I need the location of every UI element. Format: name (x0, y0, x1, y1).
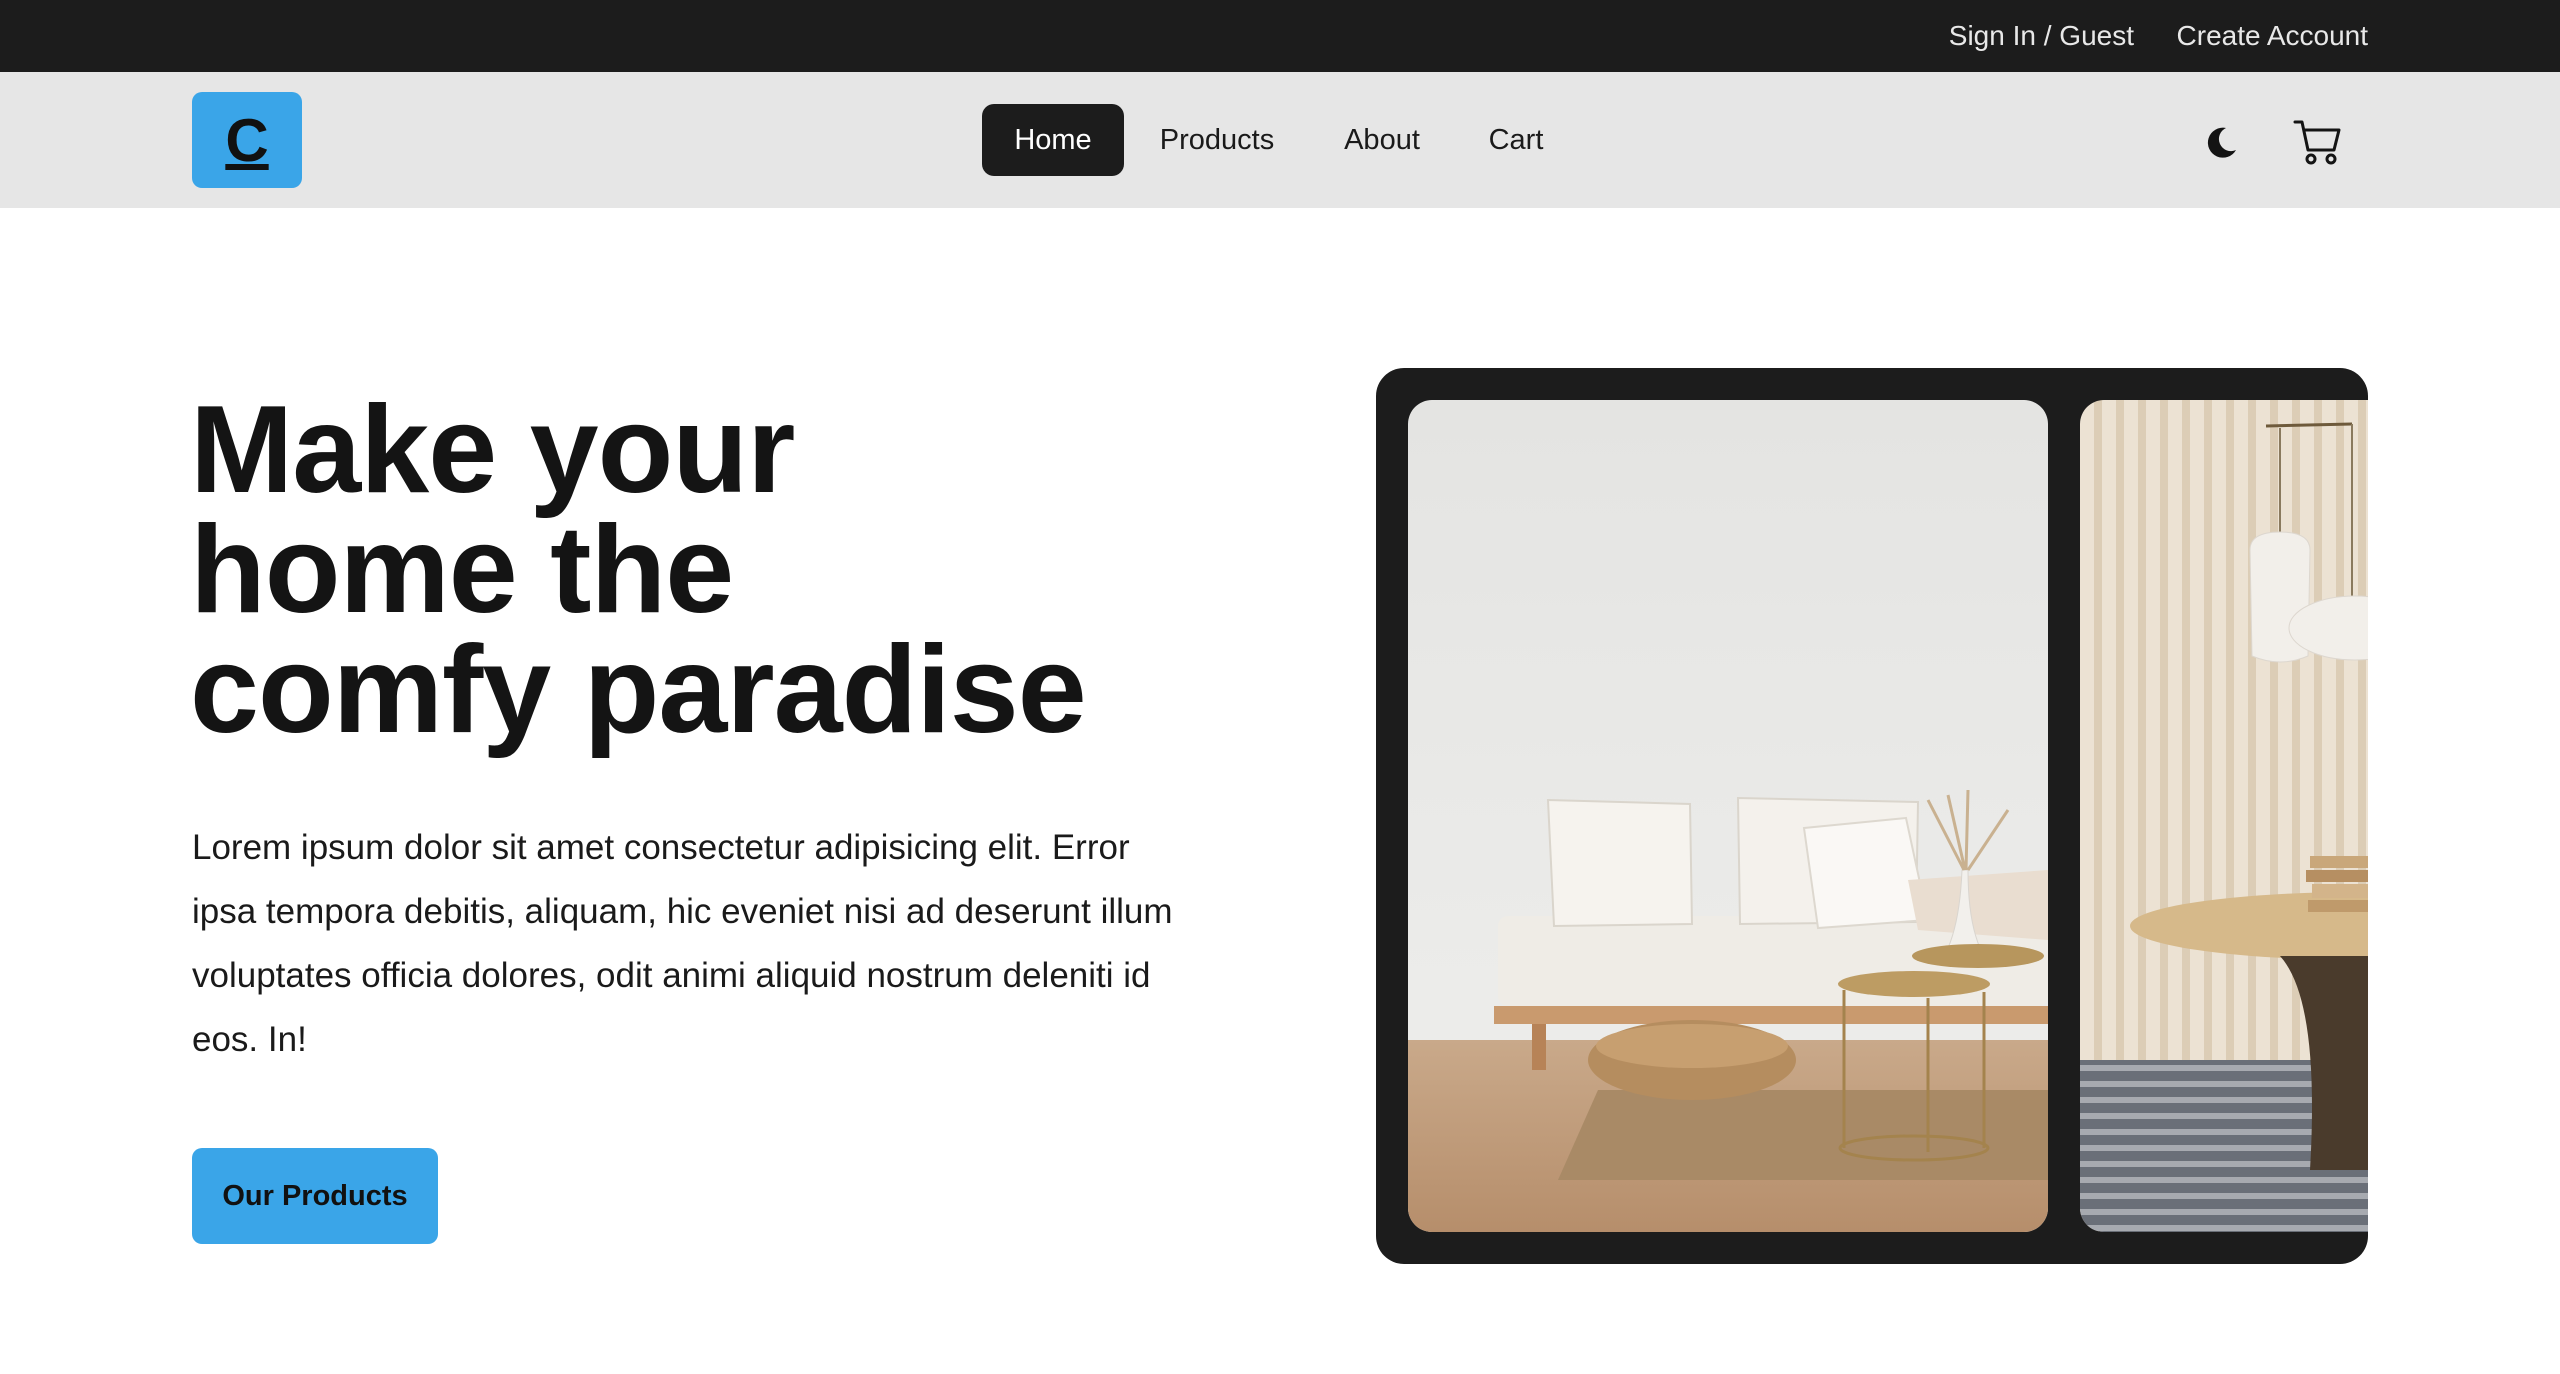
dining-room-image (2080, 400, 2368, 1232)
logo[interactable]: C (192, 92, 302, 188)
our-products-button[interactable]: Our Products (192, 1148, 438, 1244)
navbar: C Home Products About Cart (0, 72, 2560, 208)
nav-link-cart[interactable]: Cart (1470, 104, 1562, 176)
cart-button[interactable] (2290, 114, 2346, 170)
hero-title: Make your home the comfy paradise (190, 381, 1190, 759)
hero-description: Lorem ipsum dolor sit amet consectetur a… (192, 828, 1173, 1059)
hero-title-line: comfy paradise (190, 621, 1087, 759)
hero-title-line: home the (190, 501, 734, 639)
theme-toggle-button[interactable] (2194, 114, 2250, 170)
nav-link-home[interactable]: Home (982, 104, 1124, 176)
nav-link-products[interactable]: Products (1146, 104, 1288, 176)
sofa-room-image (1408, 400, 2048, 1232)
carousel-slide-dining (2080, 400, 2368, 1232)
cart-icon (2293, 120, 2341, 165)
nav-link-about[interactable]: About (1322, 104, 1442, 176)
carousel-slide-sofa (1408, 400, 2048, 1232)
moon-icon (2207, 127, 2236, 158)
top-bar: Sign In / Guest Create Account (0, 0, 2560, 72)
hero-title-line: Make your (190, 381, 795, 519)
sign-in-link[interactable]: Sign In / Guest (1949, 0, 2134, 72)
image-carousel[interactable] (1376, 368, 2368, 1264)
create-account-link[interactable]: Create Account (2177, 0, 2368, 72)
